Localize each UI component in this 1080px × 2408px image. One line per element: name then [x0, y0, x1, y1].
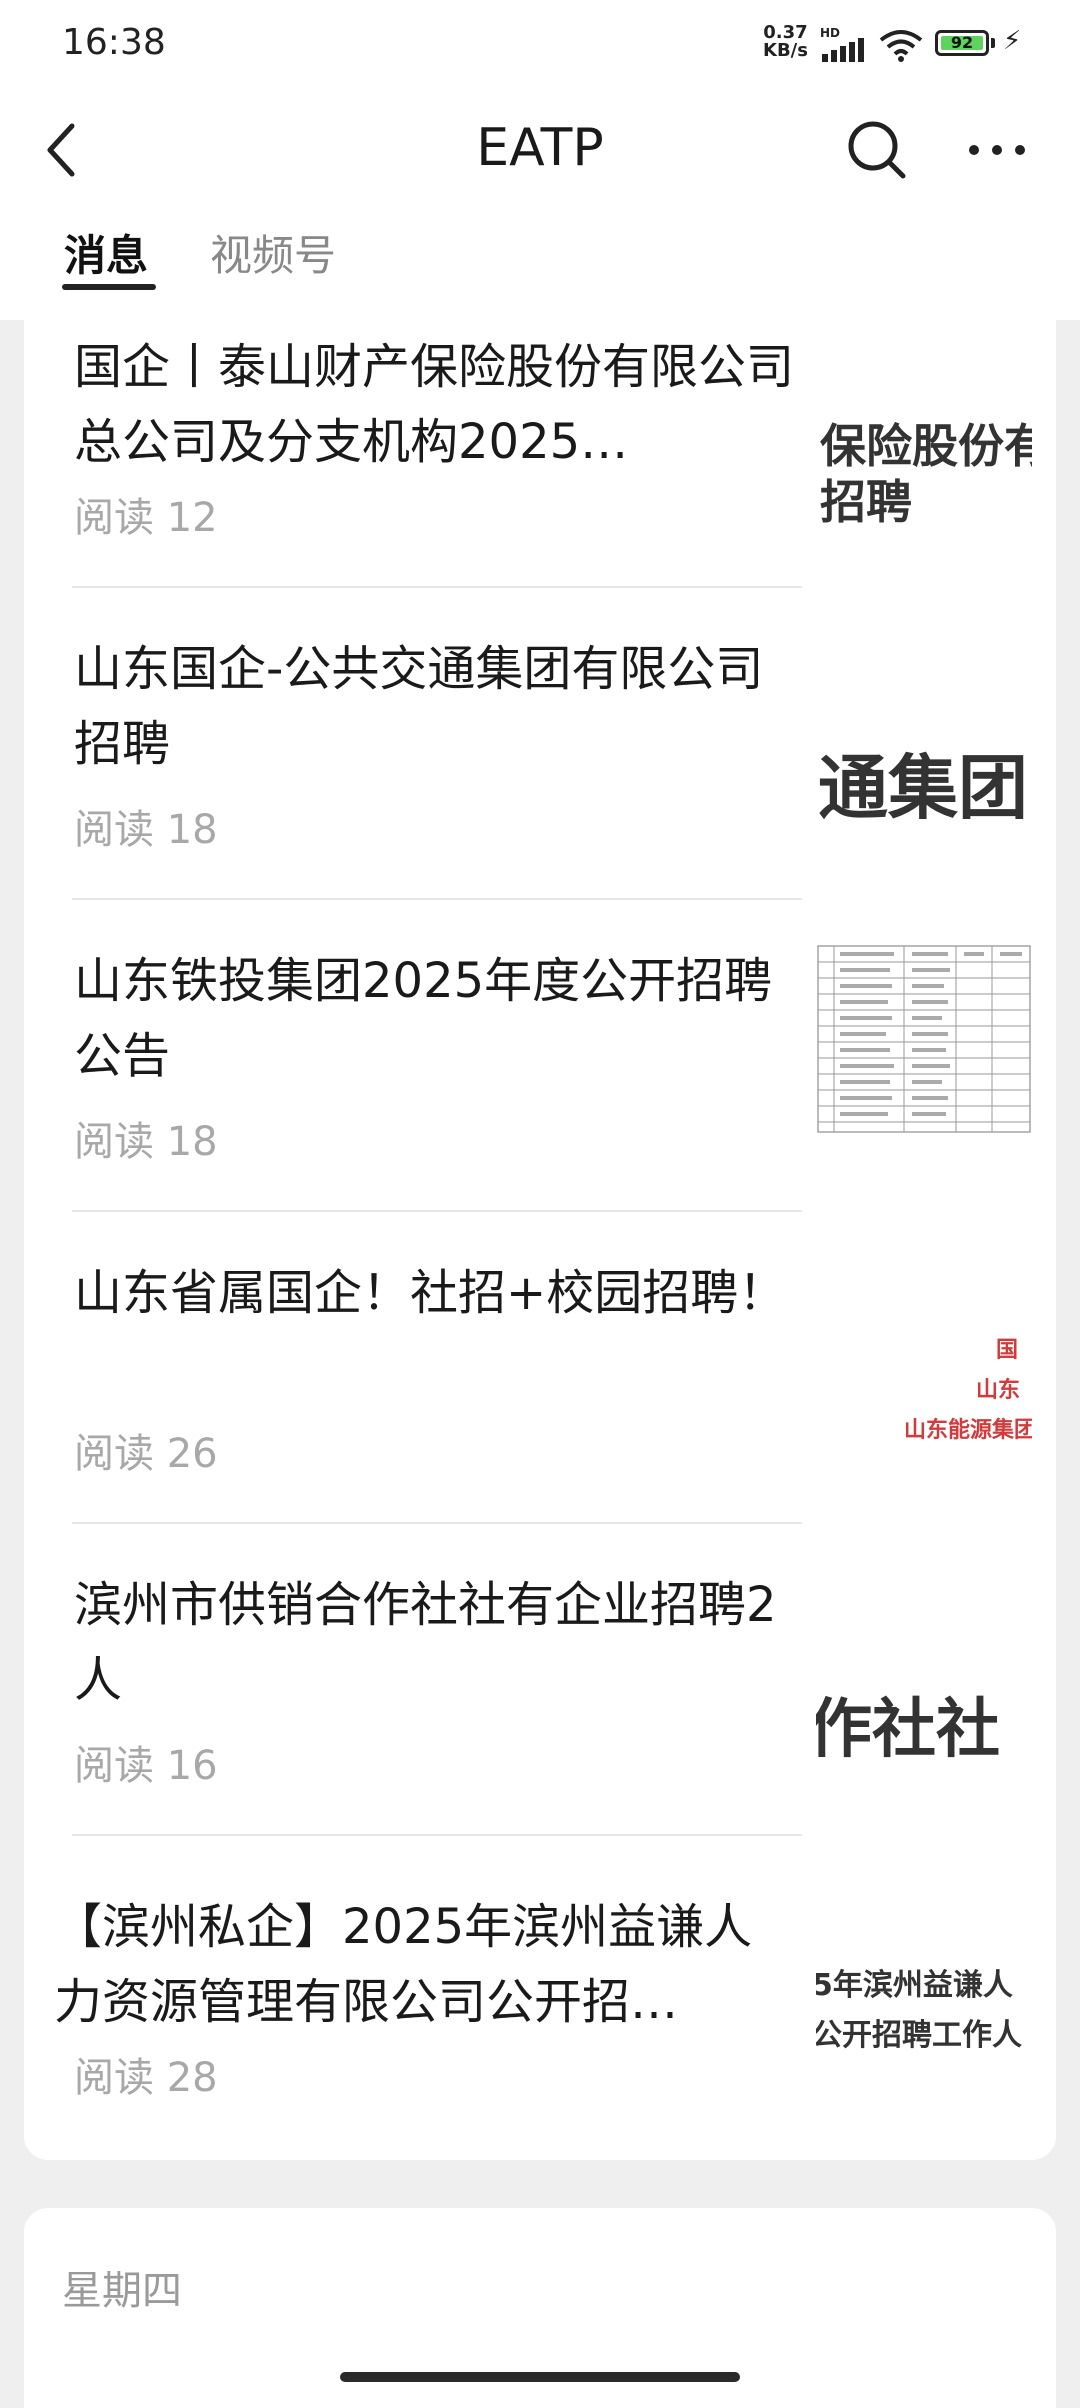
charging-icon: ⚡ — [1003, 26, 1022, 56]
list-item[interactable]: 山东省属国企！社招+校园招聘！ 阅读 26 国 山东 山东能源集团 — [24, 1256, 1056, 1568]
battery-icon: 92 — [935, 30, 989, 56]
article-title[interactable]: 滨州市供销合作社社有企业招聘2人 — [74, 1568, 794, 1718]
read-count: 阅读 12 — [74, 495, 218, 541]
battery-level: 92 — [950, 33, 974, 52]
article-title[interactable]: 【滨州私企】2025年滨州益谦人力资源管理有限公司公开招… — [54, 1890, 794, 2040]
list-item[interactable]: 滨州市供销合作社社有企业招聘2人 阅读 16 作社社 — [24, 1568, 1056, 1880]
list-item[interactable]: 【滨州私企】2025年滨州益谦人力资源管理有限公司公开招… 阅读 28 5年滨州… — [24, 1880, 1056, 2192]
divider — [72, 898, 802, 900]
tab-bar: 消息 视频号 — [0, 210, 1080, 290]
divider — [72, 586, 802, 588]
article-thumbnail[interactable]: 保险股份有 招聘 — [816, 380, 1032, 570]
list-item[interactable]: 山东国企-公共交通集团有限公司招聘 阅读 18 通集团 — [24, 632, 1056, 944]
read-count: 阅读 16 — [74, 1743, 218, 1789]
article-thumbnail[interactable]: 作社社 — [816, 1608, 1032, 1798]
nav-bar: EATP — [0, 100, 1080, 200]
search-icon[interactable] — [845, 118, 909, 182]
tab-active-indicator — [62, 284, 156, 290]
status-bar: 16:38 0.37 KB/s HD 92 ⚡ — [0, 0, 1080, 90]
signal-icon — [822, 38, 864, 62]
article-title[interactable]: 山东省属国企！社招+校园招聘！ — [74, 1256, 794, 1331]
network-speed: 0.37 KB/s — [763, 22, 808, 61]
list-item[interactable]: 山东铁投集团2025年度公开招聘公告 阅读 18 — [24, 944, 1056, 1256]
article-title[interactable]: 山东国企-公共交通集团有限公司招聘 — [74, 632, 794, 782]
article-title[interactable]: 国企丨泰山财产保险股份有限公司总公司及分支机构2025… — [74, 330, 794, 480]
status-time: 16:38 — [62, 22, 166, 63]
article-card: 国企丨泰山财产保险股份有限公司总公司及分支机构2025… 阅读 12 保险股份有… — [24, 320, 1056, 2160]
read-count: 阅读 26 — [74, 1431, 218, 1477]
article-thumbnail[interactable]: 通集团 — [816, 662, 1032, 852]
divider — [72, 1210, 802, 1212]
article-thumbnail[interactable] — [816, 944, 1032, 1134]
day-label: 星期四 — [62, 2268, 182, 2314]
list-item[interactable]: 国企丨泰山财产保险股份有限公司总公司及分支机构2025… 阅读 12 保险股份有… — [24, 320, 1056, 632]
article-thumbnail[interactable]: 5年滨州益谦人 公开招聘工作人 — [816, 1900, 1032, 2090]
page-title: EATP — [476, 118, 604, 178]
tab-messages[interactable]: 消息 — [64, 222, 148, 283]
tab-channels[interactable]: 视频号 — [210, 222, 336, 283]
battery-tip — [991, 38, 995, 48]
table-image-icon — [817, 945, 1031, 1133]
home-indicator[interactable] — [340, 2372, 740, 2382]
read-count: 阅读 18 — [74, 807, 218, 853]
divider — [72, 1522, 802, 1524]
divider — [72, 1834, 802, 1836]
article-title[interactable]: 山东铁投集团2025年度公开招聘公告 — [74, 944, 794, 1094]
wifi-icon — [879, 30, 923, 62]
article-thumbnail[interactable]: 国 山东 山东能源集团 — [816, 1276, 1032, 1466]
more-horizontal-icon[interactable] — [962, 120, 1032, 180]
read-count: 阅读 18 — [74, 1119, 218, 1165]
header-area: 16:38 0.37 KB/s HD 92 ⚡ EATP 消息 视频号 — [0, 0, 1080, 320]
read-count: 阅读 28 — [74, 2055, 218, 2101]
